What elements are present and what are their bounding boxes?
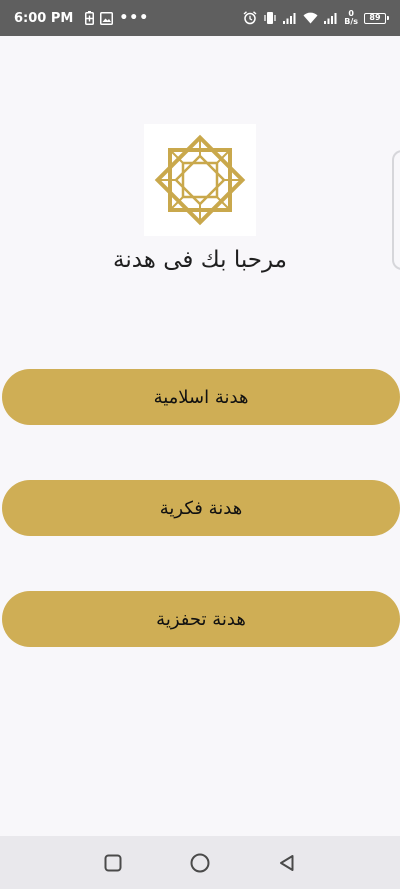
battery-saver-icon [85, 11, 95, 25]
motivational-truce-button-label: هدنة تحفزية [156, 608, 246, 630]
intellectual-truce-button-label: هدنة فكرية [159, 497, 243, 519]
navigation-bar [0, 836, 400, 889]
recent-apps-icon [104, 854, 122, 871]
islamic-star-logo-icon [154, 134, 246, 226]
intellectual-truce-button[interactable]: هدنة فكرية [2, 480, 400, 536]
back-button[interactable] [267, 843, 307, 883]
network-speed: 0 B/s [344, 10, 358, 26]
status-bar-right: 0 B/s 89 [243, 10, 389, 26]
status-time: 6:00 PM [14, 10, 74, 26]
islamic-truce-button-label: هدنة اسلامية [153, 386, 249, 408]
battery-level: 89 [369, 13, 381, 22]
islamic-truce-button[interactable]: هدنة اسلامية [2, 369, 400, 425]
image-icon [100, 11, 114, 25]
home-icon [190, 853, 210, 872]
status-bar-left: 6:00 PM ••• [14, 10, 149, 26]
motivational-truce-button[interactable]: هدنة تحفزية [2, 591, 400, 647]
vibrate-icon [263, 11, 277, 25]
app-logo [144, 124, 256, 236]
home-button[interactable] [180, 843, 220, 883]
wifi-icon [303, 12, 318, 24]
recent-apps-button[interactable] [93, 843, 133, 883]
signal-icon [324, 12, 338, 24]
battery-icon: 89 [364, 12, 389, 24]
back-icon [279, 854, 294, 871]
signal-icon [283, 12, 297, 24]
network-speed-unit: B/s [344, 17, 358, 26]
more-notifications-icon: ••• [119, 10, 150, 26]
welcome-title: مرحبا بك فى هدنة [113, 247, 287, 273]
status-bar: 6:00 PM ••• 0 B/s 89 [0, 0, 400, 36]
alarm-icon [243, 11, 257, 25]
